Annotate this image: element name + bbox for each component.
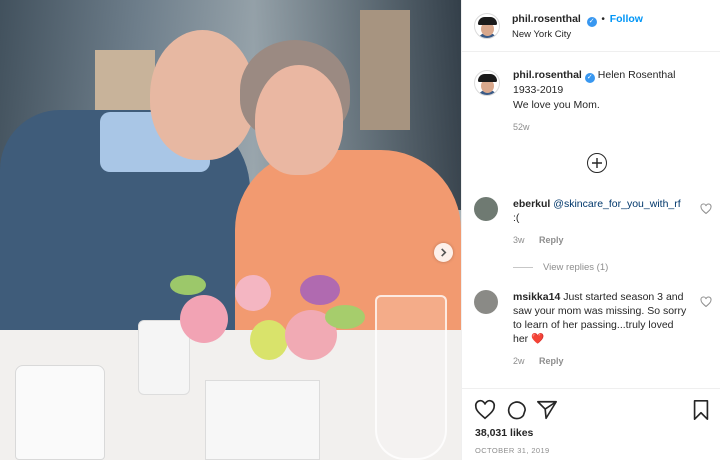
commenter-avatar[interactable] (474, 290, 498, 314)
carousel-next-button[interactable] (434, 243, 453, 262)
heart-icon[interactable] (700, 203, 712, 215)
author-username[interactable]: phil.rosenthal (512, 13, 581, 25)
separator-dot: • (601, 14, 605, 25)
comment-age: 3w (513, 235, 525, 245)
share-icon[interactable] (536, 399, 558, 421)
comment-meta: 3w Reply (513, 235, 564, 245)
flower (235, 275, 271, 311)
caption-author[interactable]: phil.rosenthal (513, 69, 582, 81)
heart-icon[interactable] (700, 296, 712, 308)
comment-icon[interactable] (505, 399, 527, 421)
post-location[interactable]: New York City (512, 29, 571, 40)
caption-line: Helen Rosenthal (597, 69, 676, 81)
likes-count[interactable]: 38,031 likes (475, 427, 533, 439)
view-replies-line (513, 266, 533, 268)
reply-button[interactable]: Reply (539, 356, 564, 366)
view-replies-label: View replies (1) (543, 262, 609, 273)
reply-button[interactable]: Reply (539, 235, 564, 245)
flower (300, 275, 340, 305)
caption-author-avatar[interactable] (474, 70, 500, 96)
post-date: OCTOBER 31, 2019 (475, 446, 550, 455)
heart-icon[interactable] (474, 399, 496, 421)
post-actions: 38,031 likes OCTOBER 31, 2019 (462, 388, 720, 460)
caption-line: 1933-2019 (513, 84, 564, 96)
comment-body: eberkul @skincare_for_you_with_rf :( (513, 197, 688, 225)
verified-badge-icon: ✓ (584, 73, 595, 83)
follow-button[interactable]: Follow (610, 13, 643, 25)
post-side-panel: phil.rosenthal ✓ • Follow New York City … (461, 0, 720, 460)
author-avatar[interactable] (474, 13, 500, 39)
load-more-comments-button[interactable] (587, 153, 607, 173)
photo-flowers (150, 250, 380, 390)
photo-pitcher (15, 365, 105, 460)
comment-meta: 2w Reply (513, 356, 564, 366)
add-comment-icon (592, 158, 602, 168)
commenter-username[interactable]: eberkul (513, 198, 550, 210)
flower (250, 320, 288, 360)
caption-text: phil.rosenthal ✓ Helen Rosenthal 1933-201… (513, 68, 713, 113)
bookmark-icon[interactable] (690, 399, 712, 421)
post-header: phil.rosenthal ✓ • Follow New York City (462, 0, 720, 52)
comment-body: msikka14 Just started season 3 and saw y… (513, 290, 688, 346)
photo-vase (205, 380, 320, 460)
post-photo[interactable] (0, 0, 461, 460)
view-replies-button[interactable]: View replies (1) (513, 262, 608, 273)
photo-building (360, 10, 410, 130)
comment-mention[interactable]: @skincare_for_you_with_rf (553, 198, 680, 210)
photo-woman-head (255, 65, 343, 175)
photo-wine-glass (375, 295, 447, 460)
flower (180, 295, 228, 343)
header-author-row: phil.rosenthal ✓ • Follow (512, 13, 643, 27)
commenter-avatar[interactable] (474, 197, 498, 221)
instagram-post: phil.rosenthal ✓ • Follow New York City … (0, 0, 720, 460)
chevron-right-icon (441, 248, 447, 257)
leaf (325, 305, 365, 329)
comment-text: :( (513, 212, 520, 224)
comment-age: 2w (513, 356, 525, 366)
caption-age: 52w (513, 122, 530, 132)
leaf (170, 275, 206, 295)
verified-badge-icon: ✓ (586, 17, 597, 27)
caption-line: We love you Mom. (513, 99, 600, 111)
commenter-username[interactable]: msikka14 (513, 291, 560, 303)
